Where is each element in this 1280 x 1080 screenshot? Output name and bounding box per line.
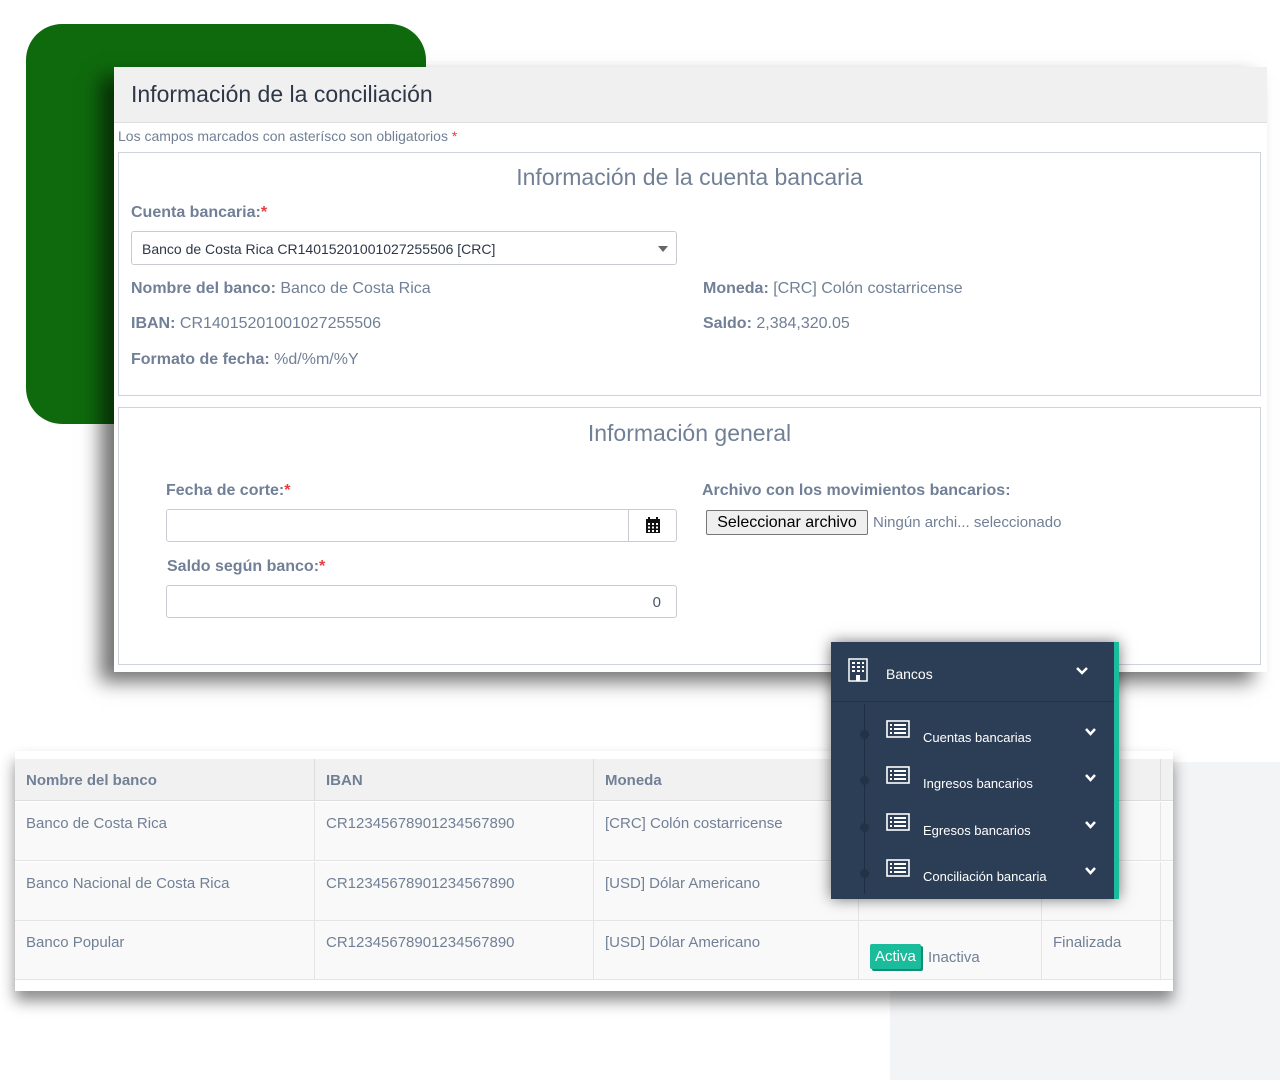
bank-name-value: Banco de Costa Rica: [280, 280, 431, 297]
bank-name-label: Nombre del banco:: [131, 280, 276, 297]
list-icon: [886, 859, 910, 877]
chevron-down-icon: [1085, 774, 1096, 782]
menu-item-label: Ingresos bancarios: [923, 776, 1033, 791]
file-status-text: Ningún archi... seleccionado: [873, 514, 1062, 531]
menu-item-label: Egresos bancarios: [923, 823, 1031, 838]
bank-balance-label-text: Saldo según banco:: [167, 558, 320, 575]
select-file-button[interactable]: Seleccionar archivo: [706, 510, 868, 535]
menu-accent-bar: [1114, 642, 1119, 899]
bank-balance-label: Saldo según banco:*: [167, 558, 325, 576]
menu-item-ingresos-bancarios[interactable]: Ingresos bancarios: [831, 754, 1114, 800]
currency-info: Moneda: [CRC] Colón costarricense: [703, 280, 963, 298]
menu-bancos-label: Bancos: [886, 666, 933, 682]
cell-bank-name: Banco Nacional de Costa Rica: [15, 862, 315, 920]
cell-iban: CR12345678901234567890: [315, 921, 594, 979]
chevron-down-icon: [1076, 667, 1088, 675]
list-icon: [886, 813, 910, 831]
menu-item-label: Cuentas bancarias: [923, 730, 1032, 745]
menu-item-egresos-bancarios[interactable]: Egresos bancarios: [831, 801, 1114, 847]
balance-info: Saldo: 2,384,320.05: [703, 315, 850, 333]
bank-account-section-title: Información de la cuenta bancaria: [516, 164, 863, 190]
calendar-icon: [645, 517, 660, 533]
chevron-down-icon: [1085, 821, 1096, 829]
menu-item-cuentas-bancarias[interactable]: Cuentas bancarias: [831, 708, 1114, 754]
tree-dot: [860, 823, 869, 832]
cutoff-date-input[interactable]: [166, 509, 677, 542]
tree-dot: [860, 869, 869, 878]
required-star: *: [284, 482, 291, 499]
table-row: Banco Popular CR12345678901234567890 [US…: [15, 921, 1173, 980]
menu-item-label: Conciliación bancaria: [923, 869, 1047, 884]
calendar-button[interactable]: [628, 510, 676, 541]
cell-state: Finalizada: [1042, 921, 1161, 979]
account-select-label: Cuenta bancaria:*: [131, 204, 267, 222]
tree-dot: [860, 776, 869, 785]
cell-currency: [USD] Dólar Americano: [594, 862, 859, 920]
menu-item-bancos[interactable]: Bancos: [831, 642, 1114, 702]
balance-label: Saldo:: [703, 315, 752, 332]
required-star: *: [319, 558, 326, 575]
cell-currency: [USD] Dólar Americano: [594, 921, 859, 979]
date-format-label: Formato de fecha:: [131, 351, 270, 368]
currency-value: [CRC] Colón costarricense: [773, 280, 963, 297]
status-active-badge[interactable]: Activa: [870, 944, 921, 969]
cell-iban: CR12345678901234567890: [315, 802, 594, 860]
cutoff-date-label: Fecha de corte:*: [166, 482, 291, 500]
bank-name-info: Nombre del banco: Banco de Costa Rica: [131, 280, 431, 298]
bank-account-section: Información de la cuenta bancaria Cuenta…: [118, 152, 1261, 396]
cell-currency: [CRC] Colón costarricense: [594, 802, 859, 860]
required-fields-note: Los campos marcados con asterísco son ob…: [114, 123, 1267, 151]
list-icon: [886, 720, 910, 738]
balance-value: 2,384,320.05: [756, 315, 850, 332]
banks-sidebar-menu: Bancos Cuentas bancarias Ingresos bancar…: [831, 642, 1119, 899]
column-header-bank-name[interactable]: Nombre del banco: [15, 759, 315, 801]
chevron-down-icon: [1085, 867, 1096, 875]
bank-account-select-value: Banco de Costa Rica CR140152010010272555…: [142, 241, 496, 257]
form-header: Información de la conciliación: [114, 67, 1267, 123]
required-note-text: Los campos marcados con asterísco son ob…: [118, 128, 448, 144]
account-select-label-text: Cuenta bancaria:: [131, 204, 261, 221]
cutoff-date-label-text: Fecha de corte:: [166, 482, 285, 499]
form-title: Información de la conciliación: [131, 81, 433, 107]
reconciliation-form-panel: Información de la conciliación Los campo…: [114, 67, 1267, 672]
bank-balance-input[interactable]: 0: [166, 585, 677, 618]
date-format-info: Formato de fecha: %d/%m/%Y: [131, 351, 359, 369]
menu-item-conciliacion-bancaria[interactable]: Conciliación bancaria: [831, 847, 1114, 893]
currency-label: Moneda:: [703, 280, 769, 297]
column-header-currency[interactable]: Moneda: [594, 759, 859, 801]
bank-balance-value: 0: [652, 594, 661, 611]
cell-bank-name: Banco de Costa Rica: [15, 802, 315, 860]
general-info-section-title: Información general: [587, 420, 792, 446]
bank-account-select[interactable]: Banco de Costa Rica CR140152010010272555…: [131, 231, 677, 265]
stage: Información de la conciliación Los campo…: [0, 0, 1280, 1080]
cell-status: Activa Inactiva: [859, 921, 1042, 979]
cell-bank-name: Banco Popular: [15, 921, 315, 979]
status-inactive-option[interactable]: Inactiva: [928, 949, 980, 966]
tree-dot: [860, 730, 869, 739]
iban-value: CR14015201001027255506: [179, 315, 381, 332]
required-star: *: [260, 204, 268, 221]
iban-info: IBAN: CR14015201001027255506: [131, 315, 381, 333]
cell-iban: CR12345678901234567890: [315, 862, 594, 920]
building-icon: [848, 658, 868, 682]
required-star: *: [451, 128, 458, 144]
general-info-section: Información general Fecha de corte:* Sal…: [118, 407, 1261, 665]
column-header-iban[interactable]: IBAN: [315, 759, 594, 801]
iban-label: IBAN:: [131, 315, 176, 332]
chevron-down-icon: [1085, 728, 1096, 736]
file-label: Archivo con los movimientos bancarios:: [702, 482, 1011, 499]
list-icon: [886, 766, 910, 784]
dropdown-caret-icon: [658, 246, 668, 252]
date-format-value: %d/%m/%Y: [274, 351, 359, 368]
